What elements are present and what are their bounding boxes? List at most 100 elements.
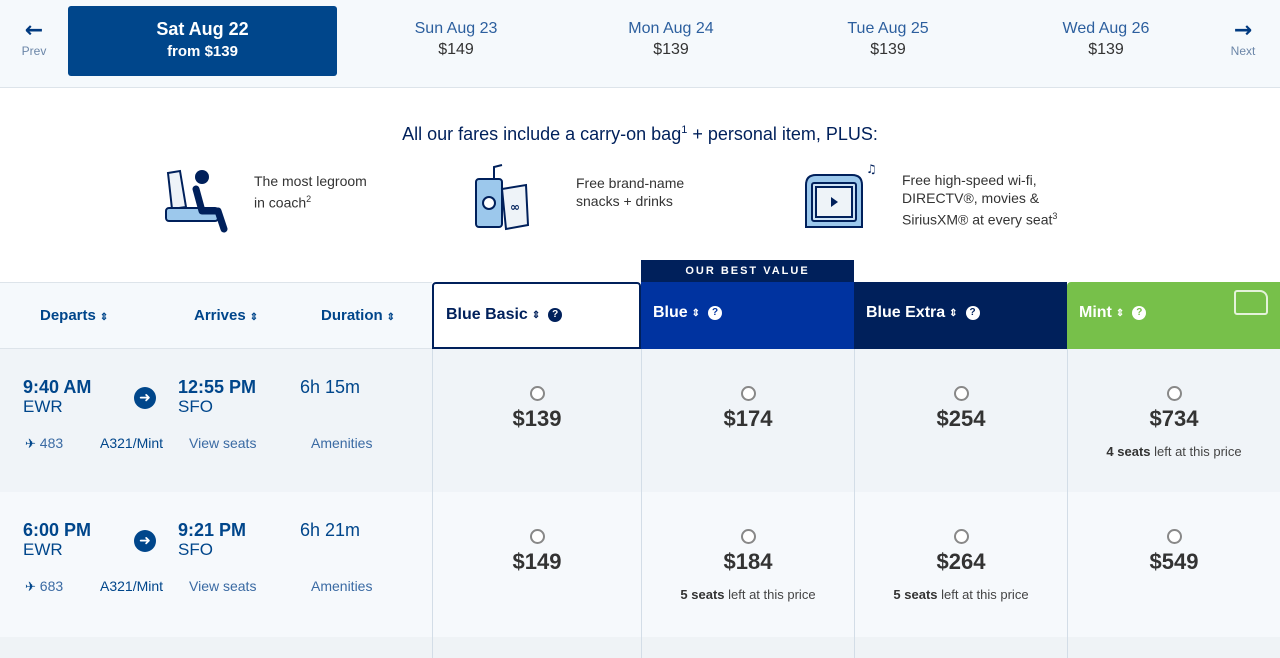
arrow-left-icon: ←	[24, 18, 44, 43]
fare-price: $139	[512, 406, 562, 431]
date-option-day: Wed Aug 26	[1062, 20, 1150, 37]
perk-legroom: The most legroom in coach2	[160, 163, 367, 233]
seats-left-text: left at this price	[937, 587, 1029, 602]
fare-cell	[854, 637, 1067, 658]
heading-text: All our fares include a carry-on bag	[402, 124, 682, 144]
seatback-tv-icon: ♫	[805, 163, 877, 228]
arrive-time: 12:55 PM	[178, 377, 257, 397]
fare-cell-blue[interactable]: $174	[641, 349, 854, 492]
best-value-badge: OUR BEST VALUE	[641, 260, 854, 282]
duration: 6h 15m	[300, 377, 361, 397]
seats-left-text: left at this price	[724, 587, 816, 602]
duration-label: Duration	[321, 307, 383, 324]
duration: 6h 21m	[300, 520, 361, 540]
flight-row-partial	[0, 637, 1280, 658]
fare-radio[interactable]	[740, 529, 756, 544]
sort-duration[interactable]: Duration ⇕	[321, 307, 395, 324]
date-option-price: $139	[653, 41, 689, 58]
perk-legroom-line1: The most legroom	[254, 173, 367, 190]
selected-date-day: Sat Aug 22	[156, 19, 249, 39]
fare-header-blue-basic[interactable]: Blue Basic ⇕?	[432, 282, 641, 349]
amenities-link[interactable]: Amenities	[311, 578, 372, 594]
flight-row: 9:40 AM EWR ➜ 12:55 PM SFO 6h 15m ✈ 483 …	[0, 349, 1280, 492]
next-date-button[interactable]: → Next	[1218, 18, 1268, 59]
perk-entertainment-line1: Free high-speed wi-fi,	[902, 172, 1037, 189]
prev-date-button[interactable]: ← Prev	[9, 18, 59, 59]
flight-number: ✈ 683	[25, 578, 63, 595]
fare-cell	[1067, 637, 1280, 658]
fare-cell-mint[interactable]: $549	[1067, 492, 1280, 637]
fare-radio[interactable]	[529, 529, 545, 544]
sort-icon: ⇕	[949, 307, 958, 319]
date-option[interactable]: Sun Aug 23 $149	[376, 20, 536, 59]
fare-cell-blue[interactable]: $184 5 seats left at this price	[641, 492, 854, 637]
date-option-day: Sun Aug 23	[414, 20, 498, 37]
fare-radio[interactable]	[1166, 529, 1182, 544]
seats-count: 5 seats	[893, 587, 938, 602]
footnote-3: 3	[1052, 211, 1058, 222]
fare-name: Blue Basic	[446, 306, 528, 323]
date-option[interactable]: Tue Aug 25 $139	[808, 20, 968, 59]
depart-airport: EWR	[23, 397, 63, 416]
sort-departs[interactable]: Departs ⇕	[40, 307, 108, 324]
date-option[interactable]: Wed Aug 26 $139	[1026, 20, 1186, 59]
help-icon[interactable]: ?	[548, 308, 563, 322]
seats-count: 5 seats	[680, 587, 725, 602]
perk-snacks-line2: snacks + drinks	[576, 193, 673, 209]
svg-text:∞: ∞	[510, 200, 520, 214]
flight-number: ✈ 483	[25, 435, 63, 452]
fare-cell-blue-extra[interactable]: $264 5 seats left at this price	[854, 492, 1067, 637]
seats-left-text: left at this price	[1150, 444, 1242, 459]
date-selector-bar: ← Prev Sat Aug 22 from $139 Sun Aug 23 $…	[0, 0, 1280, 88]
fare-cell-blue-extra[interactable]: $254	[854, 349, 1067, 492]
snacks-drinks-icon: ∞	[475, 164, 530, 231]
arrow-right-icon: →	[1233, 18, 1253, 43]
fare-cell-blue-basic[interactable]: $149	[432, 492, 641, 637]
sort-arrives[interactable]: Arrives ⇕	[194, 307, 258, 324]
fare-header-blue-extra[interactable]: Blue Extra ⇕?	[854, 282, 1067, 349]
seat-legroom-icon	[165, 169, 228, 233]
svg-text:♫: ♫	[866, 163, 877, 176]
fare-cell	[641, 637, 854, 658]
perk-snacks-line1: Free brand-name	[576, 175, 685, 191]
view-seats-link[interactable]: View seats	[189, 435, 256, 451]
fare-radio[interactable]	[953, 529, 969, 544]
amenities-link[interactable]: Amenities	[311, 435, 372, 451]
arrives-label: Arrives	[194, 307, 246, 324]
flight-info: 9:40 AM EWR ➜ 12:55 PM SFO 6h 15m ✈ 483 …	[0, 349, 432, 492]
flight-number-value: 483	[39, 435, 64, 451]
table-header: Departs ⇕ Arrives ⇕ Duration ⇕	[0, 282, 432, 349]
fare-radio[interactable]	[740, 386, 756, 401]
footnote-2: 2	[306, 194, 312, 205]
fare-name: Mint	[1079, 304, 1112, 321]
fare-header-mint[interactable]: Mint ⇕?	[1067, 282, 1280, 349]
fare-cell-blue-basic[interactable]: $139	[432, 349, 641, 492]
fare-radio[interactable]	[953, 386, 969, 401]
help-icon[interactable]: ?	[965, 306, 980, 320]
airplane-icon: ✈	[25, 436, 36, 451]
arrive-airport: SFO	[178, 397, 213, 416]
date-option[interactable]: Mon Aug 24 $139	[591, 20, 751, 59]
prev-label: Prev	[21, 44, 47, 58]
selected-date[interactable]: Sat Aug 22 from $139	[68, 6, 337, 76]
airplane-icon: ✈	[25, 579, 36, 594]
fare-price: $734	[1149, 406, 1199, 431]
fare-radio[interactable]	[1166, 386, 1182, 401]
seats-left-notice: 4 seats left at this price	[1068, 444, 1280, 459]
arrow-right-circle-icon: ➜	[134, 530, 156, 552]
help-icon[interactable]: ?	[1132, 306, 1147, 320]
fare-radio[interactable]	[529, 386, 545, 401]
fare-header-blue[interactable]: Blue ⇕?	[641, 282, 854, 349]
help-icon[interactable]: ?	[708, 306, 723, 320]
fare-cell	[432, 637, 641, 658]
fares-include-heading: All our fares include a carry-on bag1 + …	[0, 124, 1280, 145]
selected-date-price: from $139	[167, 43, 238, 60]
date-option-price: $149	[438, 41, 474, 58]
sort-icon: ⇕	[249, 312, 259, 323]
departs-label: Departs	[40, 307, 96, 324]
date-option-day: Mon Aug 24	[628, 20, 714, 37]
view-seats-link[interactable]: View seats	[189, 578, 256, 594]
depart-time: 9:40 AM	[23, 377, 92, 397]
fare-cell-mint[interactable]: $734 4 seats left at this price	[1067, 349, 1280, 492]
fare-price: $254	[936, 406, 986, 431]
